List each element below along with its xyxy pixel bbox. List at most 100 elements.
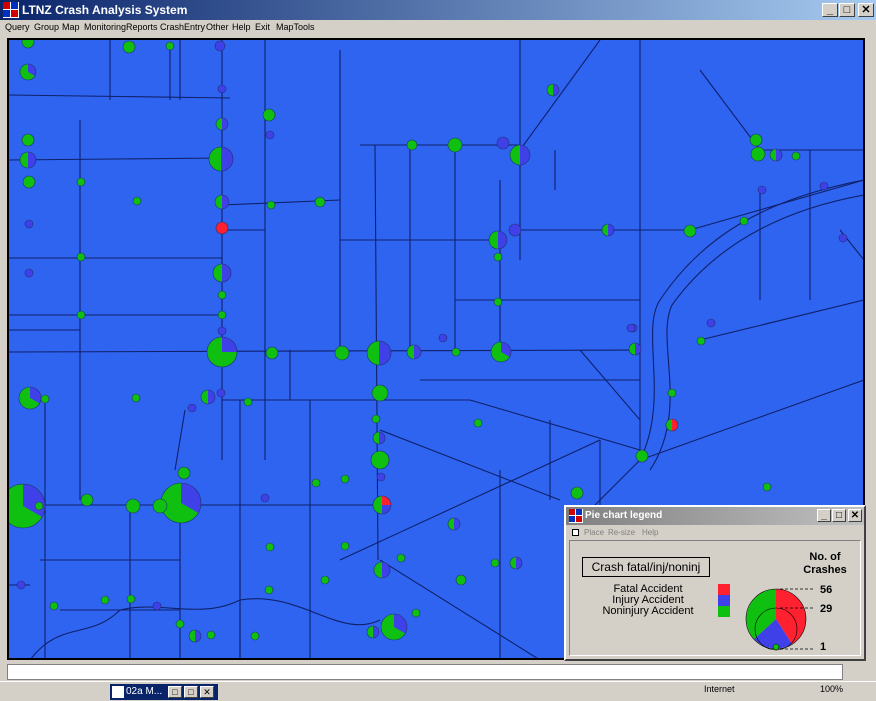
road-segment [519, 40, 601, 151]
crash-pie-marker [493, 252, 503, 262]
crash-pie-marker [212, 263, 232, 283]
crash-pie-marker [488, 230, 508, 250]
crash-pie-marker [216, 388, 226, 398]
legend-menu-help[interactable]: Help [642, 526, 658, 539]
legend-close-button[interactable]: ✕ [848, 509, 862, 522]
legend-maximize-button[interactable]: □ [832, 509, 846, 522]
crash-pie-marker [373, 561, 391, 579]
crash-pie-marker [177, 466, 191, 480]
crash-pie-marker [366, 340, 392, 366]
crash-pie-marker [214, 194, 230, 210]
crash-pie-marker [667, 388, 677, 398]
crash-pie-marker [769, 148, 783, 162]
app-icon[interactable] [3, 2, 19, 18]
crash-pie-marker [750, 146, 766, 162]
crash-count-heading: No. of Crashes [803, 551, 847, 576]
menu-maptools[interactable]: MapTools [276, 20, 315, 34]
crash-pie-marker [49, 601, 59, 611]
crash-pie-marker [508, 223, 522, 237]
menu-map[interactable]: Map [62, 20, 80, 34]
legend-menu-place[interactable]: Place [584, 526, 604, 539]
pie-chart-legend-window[interactable]: Pie chart legend _ □ ✕ Place Re-size Hel… [564, 505, 866, 661]
legend-minimize-button[interactable]: _ [817, 509, 831, 522]
crash-pie-marker [152, 601, 162, 611]
crash-pie-marker [665, 418, 679, 432]
close-button[interactable]: ✕ [858, 3, 874, 17]
crash-pie-marker [217, 310, 227, 320]
legend-menu-bar: Place Re-size Help [566, 526, 864, 539]
crash-pie-marker [490, 558, 500, 568]
crash-pie-marker [160, 482, 202, 524]
crash-pie-marker [791, 151, 801, 161]
crash-pie-marker [165, 41, 175, 51]
taskbar-maximize-button[interactable]: □ [184, 686, 198, 698]
size-label-29: 29 [820, 603, 833, 615]
legend-title-bar[interactable]: Pie chart legend _ □ ✕ [566, 507, 864, 525]
menu-crashentry[interactable]: CrashEntry [160, 20, 205, 34]
menu-group[interactable]: Group [34, 20, 59, 34]
road-segment [469, 399, 641, 451]
crash-pie-marker [626, 323, 636, 333]
crash-pie-marker [265, 130, 275, 140]
crash-pie-marker [265, 346, 279, 360]
crash-pie-marker [371, 414, 381, 424]
crash-pie-marker [266, 200, 276, 210]
crash-pie-marker [509, 144, 531, 166]
road-segment [9, 94, 231, 99]
pie-size-legend [745, 588, 814, 651]
crash-pie-marker [19, 63, 37, 81]
system-menu-icon[interactable] [572, 529, 579, 536]
taskbar-app-label: 02a M... [126, 686, 163, 697]
menu-monitoring[interactable]: Monitoring [84, 20, 126, 34]
crash-pie-marker [320, 575, 330, 585]
crash-pie-marker [601, 223, 615, 237]
crash-pie-marker [366, 625, 380, 639]
menu-help[interactable]: Help [232, 20, 251, 34]
menu-query[interactable]: Query [5, 20, 30, 34]
crash-pie-marker [819, 181, 829, 191]
crash-type-button[interactable]: Crash fatal/inj/noninj [582, 557, 710, 577]
road-segment [9, 349, 641, 353]
crash-pie-marker [250, 631, 260, 641]
road-segment [9, 157, 223, 161]
taskbar-close-button[interactable]: ✕ [200, 686, 214, 698]
tray-zone: Internet [704, 684, 735, 694]
crash-pie-marker [314, 196, 326, 208]
crash-pie-marker [206, 630, 216, 640]
crash-pie-marker [334, 345, 350, 361]
crash-pie-marker [21, 40, 35, 49]
menu-other[interactable]: Other [206, 20, 229, 34]
minimize-button[interactable]: _ [822, 3, 838, 17]
crash-pie-marker [100, 595, 110, 605]
crash-pie-marker [493, 297, 503, 307]
menu-exit[interactable]: Exit [255, 20, 270, 34]
crash-pie-marker [749, 133, 763, 147]
crash-pie-marker [214, 40, 226, 52]
crash-pie-marker [40, 394, 50, 404]
crash-pie-marker [243, 397, 253, 407]
menu-reports[interactable]: Reports [126, 20, 158, 34]
tray-zoom: 100% [820, 684, 844, 694]
size-label-56: 56 [820, 584, 833, 596]
crash-pie-marker [215, 221, 229, 235]
taskbar-restore-button[interactable]: □ [168, 686, 182, 698]
crash-pie-marker [406, 139, 418, 151]
title-bar: LTNZ Crash Analysis System _ □ ✕ [0, 0, 876, 20]
road-segment [379, 559, 538, 658]
curved-road [649, 194, 863, 471]
crash-pie-marker [451, 347, 461, 357]
crash-pie-marker [265, 542, 275, 552]
maximize-button[interactable]: □ [839, 3, 855, 17]
taskbar-app-button[interactable]: 02a M... □ □ ✕ [110, 684, 218, 700]
crash-pie-marker [260, 493, 270, 503]
legend-menu-resize[interactable]: Re-size [608, 526, 635, 539]
crash-pie-marker [762, 482, 772, 492]
crash-pie-marker [376, 472, 386, 482]
taskbar-app-icon [112, 686, 124, 698]
crash-pie-marker [217, 84, 227, 94]
crash-pie-marker [76, 252, 86, 262]
crash-pie-marker [126, 594, 136, 604]
crash-pie-marker [125, 498, 141, 514]
crash-pie-marker [200, 389, 216, 405]
crash-pie-marker [683, 224, 697, 238]
